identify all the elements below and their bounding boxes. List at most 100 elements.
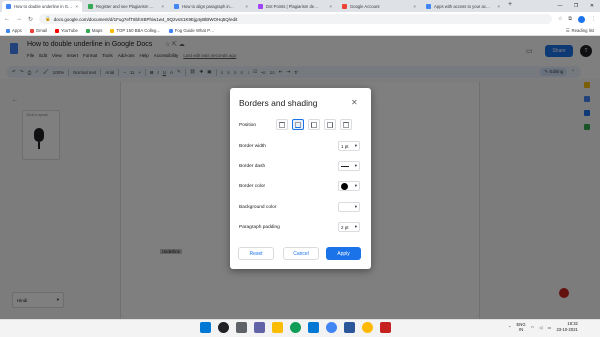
tab-title: How to align paragraph in… (182, 4, 234, 9)
border-bottom-icon (295, 121, 301, 128)
site-favicon-icon (168, 28, 173, 33)
bookmark-maps[interactable]: Maps (85, 28, 103, 33)
url-text: docs.google.com/document/d/1Fug7efT6bhXB… (53, 16, 238, 22)
reload-icon[interactable]: ↻ (28, 16, 33, 23)
cancel-button[interactable]: Cancel (283, 247, 319, 260)
border-color-select[interactable]: ▾ (338, 181, 360, 191)
reset-button[interactable]: Reset (238, 247, 274, 260)
tab-title: Google Account (350, 4, 380, 9)
bookmark-gmail[interactable]: Gmail (29, 28, 47, 33)
border-left-button[interactable] (308, 119, 320, 130)
bookmark-fog-guide[interactable]: Fog Guide What P… (168, 28, 215, 33)
volume-icon[interactable]: ◁ (539, 325, 542, 330)
start-icon[interactable] (200, 322, 211, 333)
new-tab-button[interactable]: + (508, 1, 512, 8)
border-right-icon (327, 121, 333, 128)
bookmark-star-icon[interactable]: ☆ (558, 16, 562, 22)
more-menu-icon[interactable]: ⋮ (591, 16, 596, 22)
edge-icon[interactable] (290, 322, 301, 333)
position-label: Position (239, 123, 257, 128)
clock[interactable]: 18:32 23-10-2021 (556, 321, 577, 333)
reading-list-label: Reading list (571, 28, 594, 33)
tab-google-account[interactable]: Google Account × (338, 1, 420, 12)
date-text: 23-10-2021 (556, 327, 578, 332)
apply-button[interactable]: Apply (326, 247, 361, 260)
back-icon[interactable]: ← (4, 16, 10, 22)
bookmark-youtube[interactable]: YouTube (55, 28, 78, 33)
chevron-down-icon: ▾ (354, 163, 357, 168)
tab-double-underline[interactable]: How to double underline in G… × (2, 1, 82, 12)
site-favicon-icon (110, 28, 115, 33)
border-bottom-button[interactable] (292, 119, 304, 130)
close-tab-icon[interactable]: × (161, 4, 164, 9)
bookmark-label: TOP 150 BBA Colleg… (116, 28, 161, 33)
border-dash-select[interactable]: ▾ (338, 161, 360, 171)
apps-grid-icon (6, 28, 10, 33)
youtube-icon (55, 28, 60, 33)
google-favicon-icon (342, 4, 347, 9)
close-tab-icon[interactable]: × (329, 4, 332, 9)
store-icon[interactable] (308, 322, 319, 333)
tab-title: Register and see Plagiarism … (96, 4, 154, 9)
border-top-button[interactable] (276, 119, 288, 130)
bookmark-label: Maps (91, 28, 103, 33)
border-right-button[interactable] (324, 119, 336, 130)
border-between-button[interactable] (340, 119, 352, 130)
bookmark-bba-colleges[interactable]: TOP 150 BBA Colleg… (110, 28, 161, 33)
lock-icon: 🔒 (45, 16, 51, 21)
tab-dot-points[interactable]: Dot Points | Plagiarism de… × (254, 1, 336, 12)
minimize-icon[interactable]: — (552, 0, 568, 12)
extensions-icon[interactable]: ⧉ (568, 16, 572, 22)
border-top-icon (279, 121, 285, 128)
site-favicon-icon (258, 4, 263, 9)
bookmark-label: YouTube (61, 28, 78, 33)
tab-title: Apps with access to your ac… (434, 4, 491, 9)
app-icon[interactable] (362, 322, 373, 333)
border-dash-label: Border dash (239, 164, 266, 169)
reading-list-icon: ☰ (565, 27, 570, 33)
bookmark-apps[interactable]: Apps (6, 28, 22, 33)
wifi-icon[interactable]: ◠ (531, 325, 535, 330)
language-indicator[interactable]: ENG IN (517, 322, 526, 332)
close-icon[interactable]: ✕ (351, 98, 358, 107)
reading-list[interactable]: ☰ Reading list (566, 28, 594, 34)
gmail-icon (29, 28, 34, 33)
battery-icon[interactable]: ▭ (547, 325, 551, 330)
address-bar-actions: ☆ ⧉ ⋮ (558, 15, 596, 23)
taskbar-apps (200, 322, 391, 333)
recorder-icon[interactable] (380, 322, 391, 333)
docs-favicon-icon (174, 4, 179, 9)
close-tab-icon[interactable]: × (75, 4, 78, 9)
background-color-select[interactable]: ▾ (338, 202, 360, 212)
file-explorer-icon[interactable] (272, 322, 283, 333)
bookmark-label: Fog Guide What P… (174, 28, 215, 33)
task-view-icon[interactable] (236, 322, 247, 333)
tab-title: Dot Points | Plagiarism de… (266, 4, 319, 9)
dialog-title: Borders and shading (239, 98, 318, 108)
tab-register-plagiarism[interactable]: Register and see Plagiarism … × (84, 1, 168, 12)
border-width-select[interactable]: 1 pt ▾ (338, 141, 360, 151)
system-tray: ⌃ ENG IN ◠ ◁ ▭ 18:32 23-10-2021 (508, 321, 578, 333)
chrome-icon[interactable] (326, 322, 337, 333)
teams-icon[interactable] (254, 322, 265, 333)
search-icon[interactable] (218, 322, 229, 333)
close-tab-icon[interactable]: × (245, 4, 248, 9)
borders-shading-dialog (230, 88, 371, 269)
paragraph-padding-select[interactable]: 2 pt ▾ (338, 222, 360, 232)
chevron-down-icon: ▾ (354, 204, 357, 209)
maximize-icon[interactable]: ❐ (568, 0, 584, 12)
forward-icon[interactable]: → (16, 16, 22, 22)
word-icon[interactable] (344, 322, 355, 333)
close-window-icon[interactable]: ✕ (584, 0, 600, 12)
close-tab-icon[interactable]: × (413, 4, 416, 9)
chevron-up-icon[interactable]: ⌃ (508, 325, 512, 330)
close-tab-icon[interactable]: × (497, 4, 500, 9)
profile-avatar[interactable] (578, 15, 585, 23)
tab-align-paragraph[interactable]: How to align paragraph in… × (170, 1, 252, 12)
bookmarks-bar: Apps Gmail YouTube Maps TOP 150 BBA Coll… (0, 26, 600, 36)
url-field[interactable]: 🔒 docs.google.com/document/d/1Fug7efT6bh… (39, 14, 552, 24)
border-width-label: Border width (239, 144, 266, 149)
position-buttons (276, 119, 352, 130)
tab-apps-access[interactable]: Apps with access to your ac… × (422, 1, 504, 12)
lang-region: IN (518, 327, 524, 332)
